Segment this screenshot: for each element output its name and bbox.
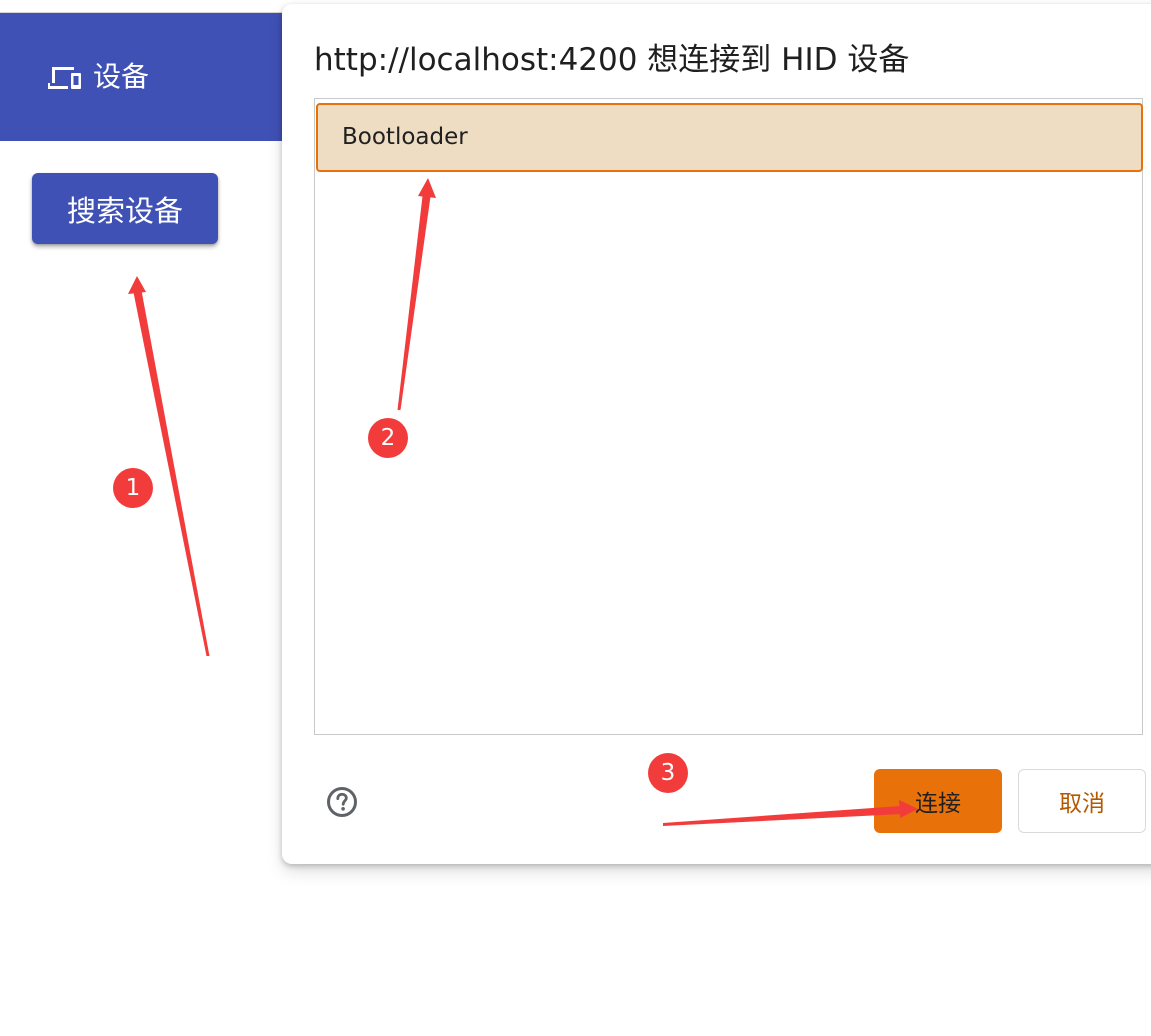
device-list[interactable]: Bootloader <box>314 98 1143 735</box>
cancel-button[interactable]: 取消 <box>1018 769 1146 833</box>
devices-icon <box>48 67 81 89</box>
toolbar-title: 设备 <box>93 60 150 93</box>
device-label: Bootloader <box>342 124 468 150</box>
dialog-title: http://localhost:4200 想连接到 HID 设备 <box>314 42 910 78</box>
annotation-arrow-1 <box>128 276 210 656</box>
hid-device-chooser-dialog: http://localhost:4200 想连接到 HID 设备 Bootlo… <box>282 4 1151 864</box>
help-icon[interactable] <box>326 786 358 818</box>
search-devices-button[interactable]: 搜索设备 <box>32 173 218 244</box>
step-badge-3: 3 <box>648 753 688 793</box>
app-toolbar: 设备 <box>0 13 290 141</box>
step-badge-2: 2 <box>368 418 408 458</box>
step-badge-1: 1 <box>113 468 153 508</box>
connect-button[interactable]: 连接 <box>874 769 1002 833</box>
device-list-item-bootloader[interactable]: Bootloader <box>316 103 1143 172</box>
